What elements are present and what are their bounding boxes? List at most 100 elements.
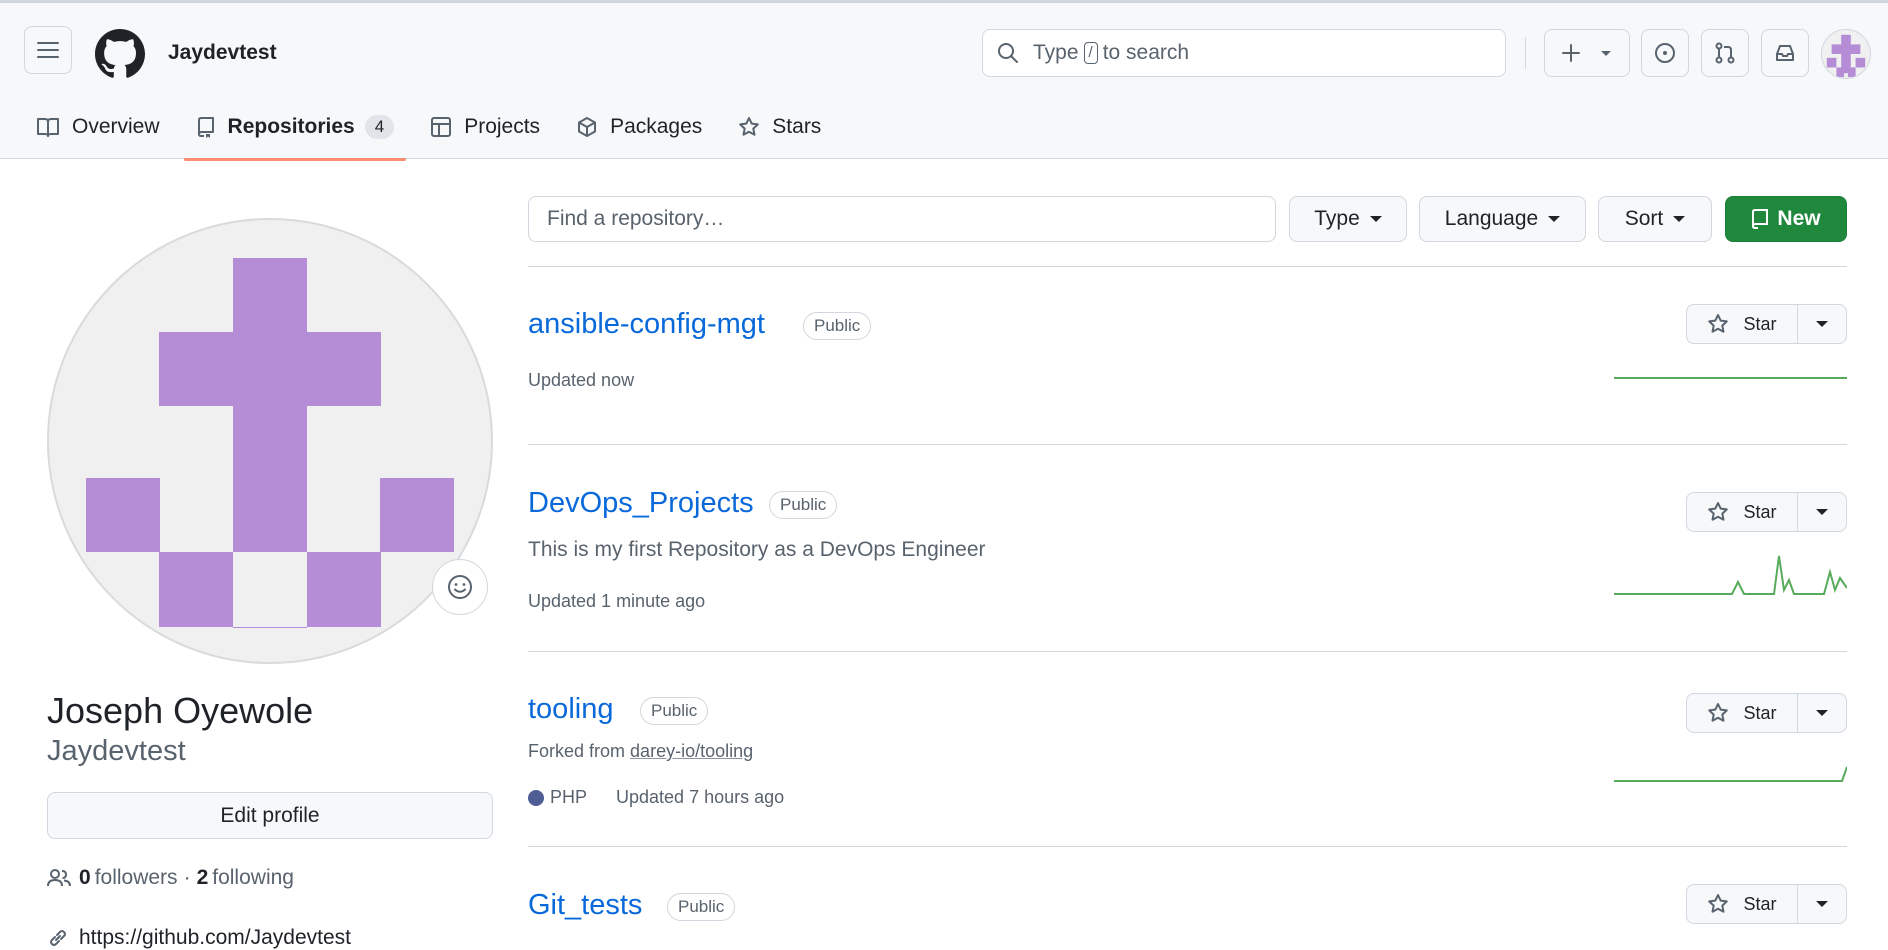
following-link[interactable]: following [212, 866, 294, 890]
sort-button[interactable]: Sort [1598, 196, 1712, 242]
hamburger-icon [37, 42, 59, 58]
tab-projects[interactable]: Projects [418, 107, 552, 147]
chevron-down-icon [1369, 216, 1382, 222]
chevron-down-icon [1548, 216, 1561, 222]
sort-label: Sort [1624, 207, 1664, 230]
star-list-dropdown[interactable] [1798, 693, 1847, 733]
following-count[interactable]: 2 [197, 866, 209, 890]
website-url[interactable]: https://github.com/Jaydevtest [79, 926, 351, 950]
repo-updated: Updated now [528, 370, 635, 390]
fork-prefix: Forked from [528, 741, 626, 761]
star-list-dropdown[interactable] [1798, 304, 1847, 344]
tab-label: Stars [772, 115, 822, 138]
profile-avatar[interactable] [47, 218, 493, 664]
search-suffix-text: to search [1102, 41, 1190, 64]
repo-icon [197, 117, 214, 138]
star-button-group: Star [1686, 884, 1847, 924]
identicon-icon [1826, 34, 1866, 78]
visibility-badge: Public [667, 893, 736, 921]
repo-name-link[interactable]: Git_tests [528, 889, 642, 922]
follow-stats: 0 followers · 2 following [47, 866, 294, 890]
type-filter-button[interactable]: Type [1289, 196, 1407, 242]
star-button[interactable]: Star [1686, 693, 1798, 733]
activity-sparkline [1614, 555, 1847, 595]
language-color-dot [528, 789, 544, 806]
pull-requests-button[interactable] [1701, 29, 1749, 77]
issues-button[interactable] [1641, 29, 1689, 77]
repo-language: PHP [550, 787, 588, 807]
create-new-button[interactable] [1544, 29, 1630, 77]
star-label: Star [1743, 702, 1777, 723]
repo-name-link[interactable]: ansible-config-mgt [528, 308, 765, 341]
repo-icon [1752, 209, 1769, 229]
star-icon [739, 117, 760, 136]
type-filter-label: Type [1314, 207, 1360, 230]
star-icon [1708, 703, 1729, 722]
package-icon [578, 117, 597, 137]
profile-login: Jaydevtest [47, 735, 186, 767]
tab-packages[interactable]: Packages [564, 107, 714, 147]
user-avatar[interactable] [1821, 29, 1871, 79]
visibility-badge: Public [803, 312, 872, 340]
find-repository-input[interactable] [528, 196, 1276, 242]
language-filter-button[interactable]: Language [1419, 196, 1586, 242]
edit-profile-button[interactable]: Edit profile [47, 792, 493, 839]
star-button[interactable]: Star [1686, 884, 1798, 924]
star-list-dropdown[interactable] [1798, 884, 1847, 924]
inbox-button[interactable] [1761, 29, 1809, 77]
list-divider [528, 846, 1847, 847]
smiley-icon [448, 575, 472, 599]
chevron-down-icon [1673, 216, 1686, 222]
tab-stars[interactable]: Stars [726, 107, 833, 147]
plus-icon [1562, 44, 1580, 62]
list-divider [528, 266, 1847, 267]
activity-sparkline [1614, 377, 1847, 379]
set-status-button[interactable] [432, 559, 488, 615]
repo-name-link[interactable]: DevOps_Projects [528, 487, 754, 520]
breadcrumb-username[interactable]: Jaydevtest [168, 41, 277, 65]
tab-overview[interactable]: Overview [24, 107, 172, 147]
tab-label: Overview [72, 115, 160, 138]
tab-label: Repositories [227, 115, 355, 138]
star-button[interactable]: Star [1686, 304, 1798, 344]
list-divider [528, 651, 1847, 652]
profile-full-name: Joseph Oyewole [47, 690, 314, 731]
star-button[interactable]: Star [1686, 492, 1798, 532]
star-list-dropdown[interactable] [1798, 492, 1847, 532]
chevron-down-icon [1816, 901, 1828, 907]
tab-label: Packages [610, 115, 703, 138]
tab-repositories[interactable]: Repositories 4 [183, 107, 407, 161]
star-label: Star [1743, 501, 1777, 522]
book-icon [37, 118, 59, 137]
table-icon [431, 117, 452, 137]
visibility-badge: Public [769, 491, 838, 519]
fork-source-link[interactable]: darey-io/tooling [630, 741, 753, 761]
repo-name-link[interactable]: tooling [528, 693, 613, 726]
menu-button[interactable] [24, 26, 72, 74]
repo-updated: Updated 1 minute ago [528, 591, 706, 611]
search-icon [998, 43, 1018, 63]
star-icon [1708, 894, 1729, 913]
stats-separator: · [183, 866, 191, 889]
git-pull-request-icon [1715, 42, 1735, 64]
star-icon [1708, 502, 1729, 521]
chevron-down-icon [1816, 710, 1828, 716]
global-header: Jaydevtest Type / to search Overview Rep… [0, 0, 1888, 162]
repo-meta: PHP Updated 7 hours ago [528, 787, 784, 808]
visibility-badge: Public [640, 697, 709, 725]
star-button-group: Star [1686, 693, 1847, 733]
star-label: Star [1743, 893, 1777, 914]
fork-info: Forked from darey-io/tooling [528, 741, 753, 762]
followers-link[interactable]: followers [95, 866, 178, 890]
profile-tabs: Overview Repositories 4 Projects Package… [24, 107, 845, 162]
star-icon [1708, 314, 1729, 333]
github-logo-icon[interactable] [95, 29, 145, 79]
star-label: Star [1743, 313, 1777, 334]
new-repository-button[interactable]: New [1725, 196, 1847, 242]
repo-updated: Updated 7 hours ago [616, 787, 785, 807]
followers-count[interactable]: 0 [79, 866, 91, 890]
activity-sparkline [1614, 766, 1847, 782]
star-button-group: Star [1686, 492, 1847, 532]
profile-website[interactable]: https://github.com/Jaydevtest [47, 926, 351, 950]
search-input[interactable]: Type / to search [982, 29, 1506, 77]
